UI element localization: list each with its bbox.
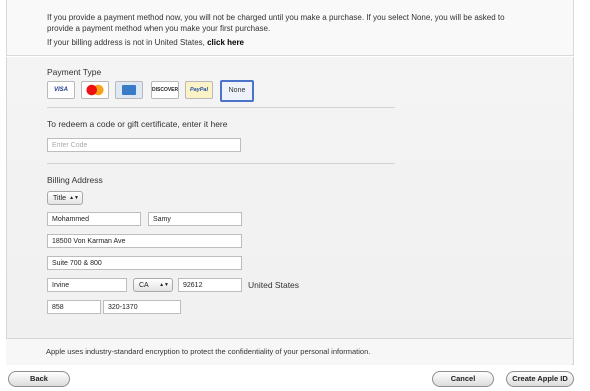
- click-here-link[interactable]: click here: [207, 38, 244, 47]
- phone-number-field[interactable]: 320-1370: [103, 300, 181, 314]
- select-arrows-icon: ▲▼: [69, 195, 79, 201]
- area-code-field[interactable]: 858: [47, 300, 101, 314]
- encryption-note: Apple uses industry-standard encryption …: [46, 347, 371, 356]
- select-arrows-icon: ▲▼: [159, 282, 169, 288]
- none-payment-option[interactable]: None: [220, 80, 254, 102]
- section-divider: [47, 107, 395, 108]
- mastercard-option[interactable]: [81, 81, 109, 99]
- discover-logo: DISCOVER: [152, 87, 179, 93]
- billing-address-heading: Billing Address: [47, 175, 103, 185]
- amex-card-option[interactable]: [115, 81, 143, 99]
- intro-text-line-3: If your billing address is not in United…: [47, 38, 244, 47]
- amex-icon: [122, 85, 136, 95]
- first-name-field[interactable]: Mohammed: [47, 212, 141, 226]
- country-label: United States: [248, 280, 300, 290]
- create-apple-id-button[interactable]: Create Apple ID: [506, 371, 574, 387]
- payment-type-heading: Payment Type: [47, 67, 102, 77]
- payment-form-panel: Payment Type VISA DISCOVER PayPal None T…: [6, 57, 574, 365]
- title-select-value: Title: [53, 195, 66, 202]
- intro-section: If you provide a payment method now, you…: [6, 0, 574, 56]
- intro-text-line-2: provide a payment method when you make y…: [47, 24, 271, 33]
- paypal-option[interactable]: PayPal: [185, 81, 213, 99]
- cancel-button[interactable]: Cancel: [432, 371, 494, 387]
- city-field[interactable]: Irvine: [47, 278, 127, 292]
- paypal-logo: PayPal: [189, 87, 209, 93]
- street-address-2-field[interactable]: Suite 700 & 800: [47, 256, 242, 270]
- mastercard-icon: [84, 84, 106, 96]
- visa-card-option[interactable]: VISA: [47, 81, 75, 99]
- back-button[interactable]: Back: [8, 371, 70, 387]
- state-select[interactable]: CA ▲▼: [133, 278, 173, 292]
- intro-text-line-1: If you provide a payment method now, you…: [47, 13, 505, 22]
- gift-code-heading: To redeem a code or gift certificate, en…: [47, 119, 228, 129]
- section-divider: [47, 163, 395, 164]
- last-name-field[interactable]: Samy: [148, 212, 242, 226]
- visa-logo: VISA: [53, 87, 68, 93]
- security-note-bar: Apple uses industry-standard encryption …: [6, 338, 572, 365]
- state-select-value: CA: [139, 282, 149, 289]
- billing-note-text: If your billing address is not in United…: [47, 38, 208, 47]
- title-select[interactable]: Title ▲▼: [47, 191, 83, 205]
- gift-code-input[interactable]: Enter Code: [47, 138, 241, 152]
- zip-code-field[interactable]: 92612: [178, 278, 242, 292]
- street-address-field[interactable]: 18500 Von Karman Ave: [47, 234, 242, 248]
- discover-card-option[interactable]: DISCOVER: [151, 81, 179, 99]
